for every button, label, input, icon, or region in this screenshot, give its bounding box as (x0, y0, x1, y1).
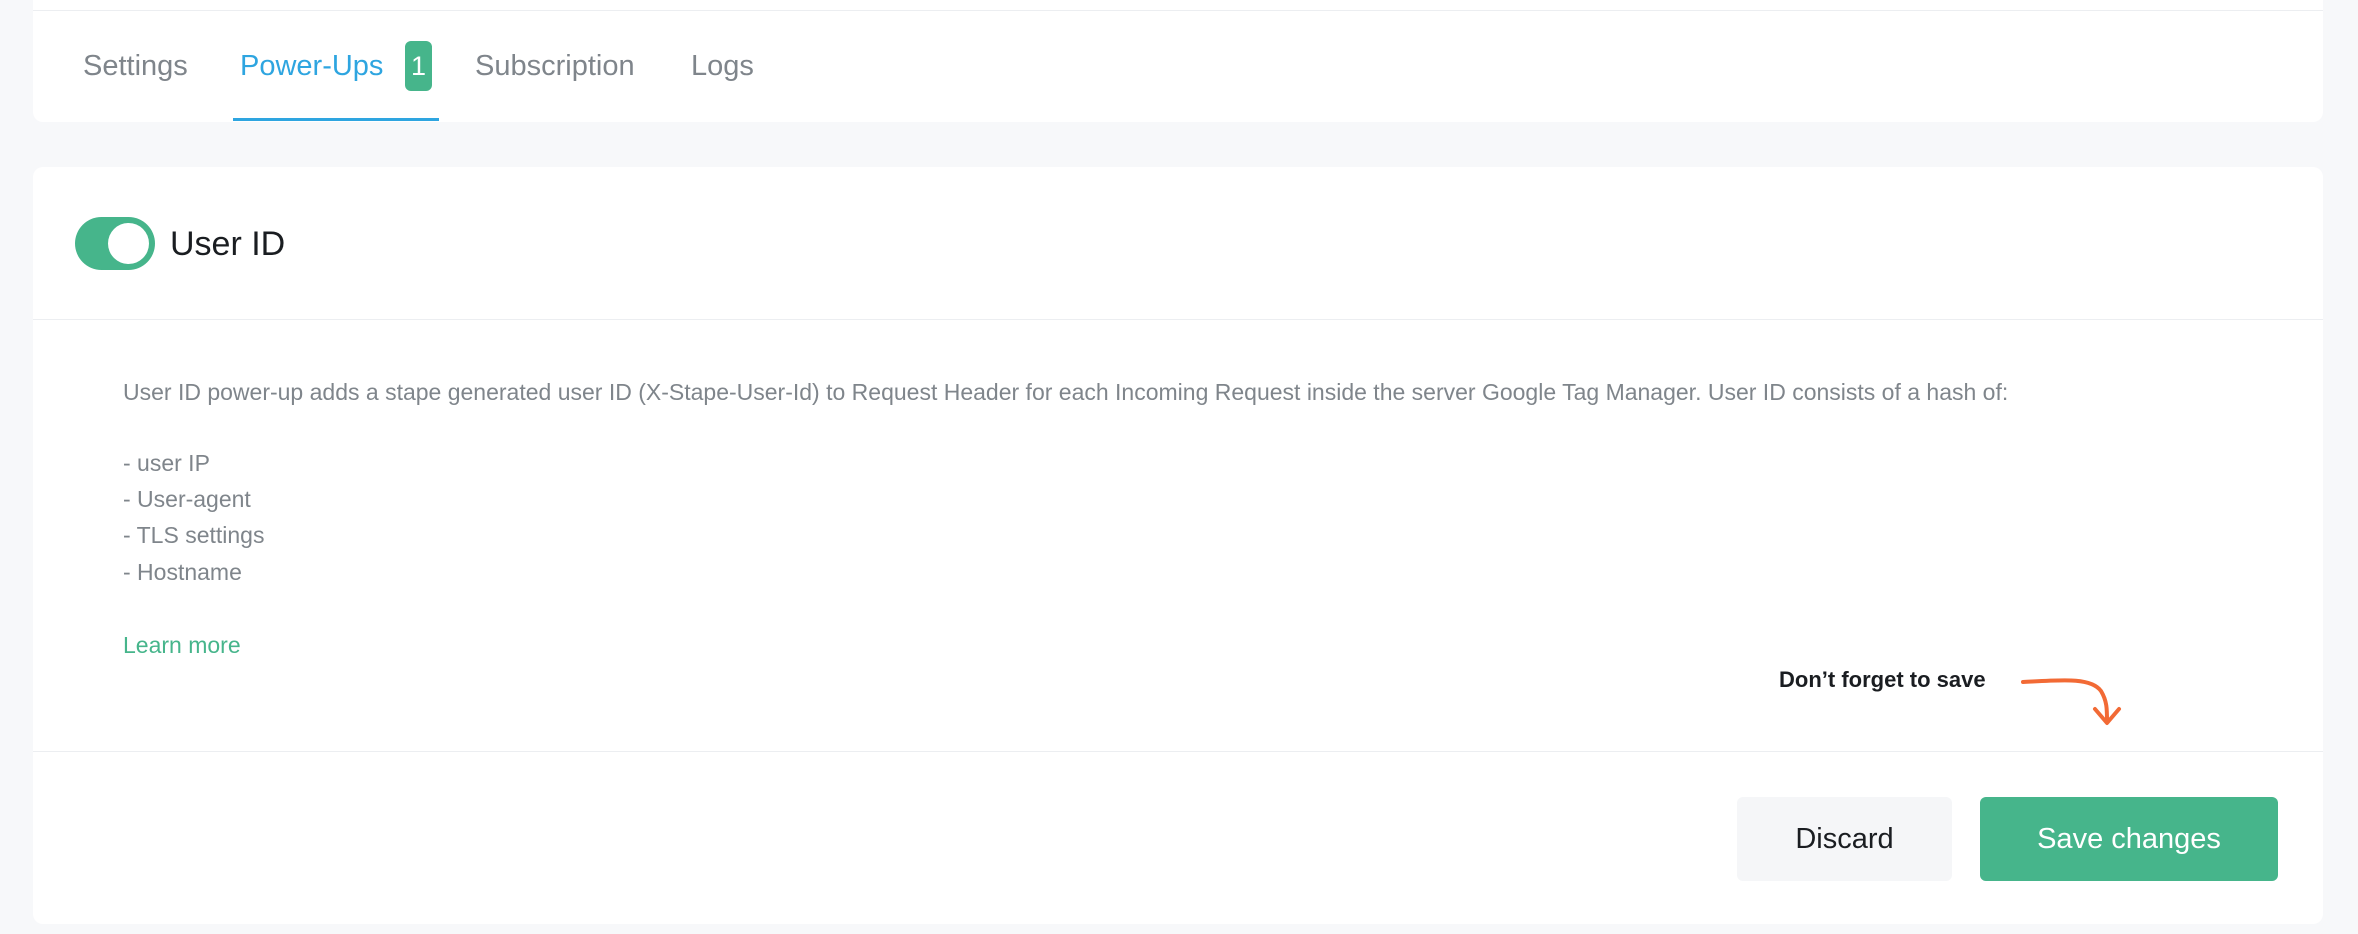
hash-item-hostname: - Hostname (123, 559, 242, 585)
save-reminder-text: Don’t forget to save (1779, 667, 1986, 692)
power-up-header: User ID (33, 167, 2323, 320)
divider (33, 751, 2323, 752)
power-ups-count-badge: 1 (405, 41, 432, 91)
power-up-description: User ID power-up adds a stape generated … (123, 379, 2009, 405)
discard-button[interactable]: Discard (1737, 797, 1952, 881)
power-up-card: User ID User ID power-up adds a stape ge… (33, 167, 2323, 924)
tab-settings[interactable]: Settings (83, 50, 188, 83)
power-up-title: User ID (170, 225, 286, 263)
curved-arrow-icon (2021, 678, 2121, 725)
toggle-knob (108, 223, 149, 264)
divider (33, 10, 2323, 11)
tab-logs[interactable]: Logs (691, 50, 754, 83)
hash-item-tls-settings: - TLS settings (123, 522, 265, 548)
hash-item-user-ip: - user IP (123, 450, 210, 476)
active-tab-indicator (233, 118, 439, 121)
tabs-card: Settings Power-Ups 1 Subscription Logs (33, 0, 2323, 122)
learn-more-link[interactable]: Learn more (123, 632, 241, 659)
save-changes-button[interactable]: Save changes (1980, 797, 2278, 881)
tab-subscription[interactable]: Subscription (475, 50, 635, 83)
user-id-toggle[interactable] (75, 217, 155, 270)
tab-power-ups[interactable]: Power-Ups (240, 50, 383, 83)
hash-item-user-agent: - User-agent (123, 486, 251, 512)
